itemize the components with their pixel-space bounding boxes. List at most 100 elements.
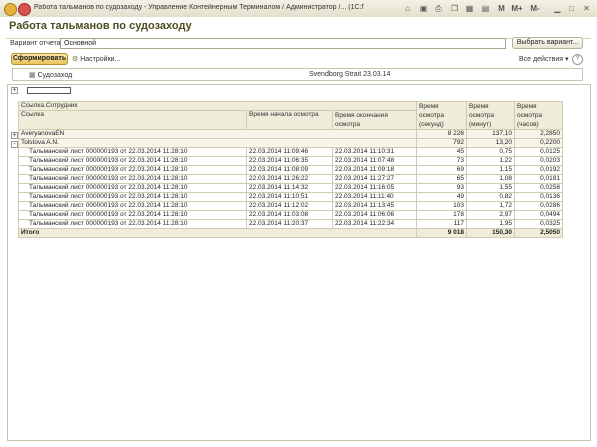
total-label: Итого bbox=[18, 228, 417, 238]
group-collapse-icon[interactable]: - bbox=[11, 141, 18, 148]
page-title: Работа тальманов по судозаходу bbox=[9, 20, 192, 32]
param-table-icon: ▦ bbox=[29, 72, 36, 79]
group-name: AveryanovaEN bbox=[18, 129, 417, 139]
all-actions-menu[interactable]: Все действия ▾ bbox=[519, 55, 569, 63]
table-row[interactable]: Тальманский лист 000000193 от 22.03.2014… bbox=[18, 174, 563, 184]
header-group-column: Ссылка.Сотрудник bbox=[18, 101, 417, 111]
row-minutes: 2,97 bbox=[466, 210, 515, 220]
close-icon[interactable]: ✕ bbox=[581, 3, 592, 14]
row-hours: 0,0181 bbox=[514, 174, 563, 184]
settings-button-label: Настройки... bbox=[80, 56, 121, 63]
group-seconds: 8 226 bbox=[416, 129, 467, 139]
row-end-time: 22.03.2014 11:06:06 bbox=[332, 210, 417, 220]
row-start-time: 22.03.2014 11:09:46 bbox=[246, 147, 333, 157]
row-end-time: 22.03.2014 11:27:27 bbox=[332, 174, 417, 184]
total-hours: 2,5050 bbox=[514, 228, 563, 238]
report-table: Ссылка.Сотрудник Время осмотра (секунд) … bbox=[18, 101, 563, 238]
row-minutes: 1,95 bbox=[466, 219, 515, 229]
header-minutes: Время осмотра (минут) bbox=[466, 101, 515, 130]
row-link: Тальманский лист 000000193 от 22.03.2014… bbox=[18, 183, 247, 193]
row-link: Тальманский лист 000000193 от 22.03.2014… bbox=[18, 165, 247, 175]
row-seconds: 69 bbox=[416, 165, 467, 175]
row-hours: 0,0494 bbox=[514, 210, 563, 220]
calendar-icon[interactable]: ▦ bbox=[464, 3, 475, 14]
param-label: Судозаход bbox=[37, 72, 73, 79]
minimize-icon[interactable]: ▁ bbox=[552, 3, 563, 14]
row-end-time: 22.03.2014 11:11:40 bbox=[332, 192, 417, 202]
report-output[interactable]: + + - Ссылка.Сотрудник Время осмотра (се… bbox=[7, 84, 591, 441]
group-row[interactable]: AveryanovaEN 8 226 137,10 2,2850 bbox=[18, 129, 563, 139]
home-icon[interactable]: ⌂ bbox=[402, 3, 413, 14]
row-end-time: 22.03.2014 11:07:48 bbox=[332, 156, 417, 166]
header-start-time: Время начала осмотра bbox=[246, 110, 333, 130]
group-hours: 2,2850 bbox=[514, 129, 563, 139]
row-link: Тальманский лист 000000193 от 22.03.2014… bbox=[18, 201, 247, 211]
group-hours: 0,2200 bbox=[514, 138, 563, 148]
param-value[interactable]: Svendborg Strait 23.03.14 bbox=[309, 71, 390, 78]
selected-cell[interactable] bbox=[27, 87, 71, 94]
table-row[interactable]: Тальманский лист 000000193 от 22.03.2014… bbox=[18, 201, 563, 211]
total-seconds: 9 018 bbox=[416, 228, 467, 238]
header-end-time: Время окончания осмотра bbox=[332, 110, 417, 130]
table-row[interactable]: Тальманский лист 000000193 от 22.03.2014… bbox=[18, 156, 563, 166]
maximize-icon[interactable]: □ bbox=[566, 3, 577, 14]
table-row[interactable]: Тальманский лист 000000193 от 22.03.2014… bbox=[18, 147, 563, 157]
memory-add-button[interactable]: M+ bbox=[510, 3, 524, 14]
row-hours: 0,0258 bbox=[514, 183, 563, 193]
row-end-time: 22.03.2014 11:22:34 bbox=[332, 219, 417, 229]
expand-all-icon[interactable]: + bbox=[11, 87, 18, 94]
row-minutes: 1,08 bbox=[466, 174, 515, 184]
row-seconds: 117 bbox=[416, 219, 467, 229]
calculator-icon[interactable]: ▤ bbox=[480, 3, 491, 14]
memory-subtract-button[interactable]: M- bbox=[528, 3, 542, 14]
table-row[interactable]: Тальманский лист 000000193 от 22.03.2014… bbox=[18, 192, 563, 202]
all-actions-label: Все действия bbox=[519, 56, 564, 63]
row-start-time: 22.03.2014 11:03:08 bbox=[246, 210, 333, 220]
row-hours: 0,0192 bbox=[514, 165, 563, 175]
row-link: Тальманский лист 000000193 от 22.03.2014… bbox=[18, 210, 247, 220]
choose-variant-button[interactable]: Выбрать вариант... bbox=[512, 37, 583, 49]
group-expander-icon[interactable]: + bbox=[11, 132, 18, 139]
row-seconds: 45 bbox=[416, 147, 467, 157]
row-hours: 0,0203 bbox=[514, 156, 563, 166]
print-icon[interactable]: ⎙ bbox=[433, 3, 444, 14]
header-link: Ссылка bbox=[18, 110, 247, 130]
total-row: Итого 9 018 150,30 2,5050 bbox=[18, 228, 563, 238]
row-seconds: 65 bbox=[416, 174, 467, 184]
row-seconds: 178 bbox=[416, 210, 467, 220]
table-row[interactable]: Тальманский лист 000000193 от 22.03.2014… bbox=[18, 210, 563, 220]
variant-field[interactable]: Основной bbox=[60, 38, 506, 49]
memory-store-button[interactable]: M bbox=[496, 3, 507, 14]
save-icon[interactable]: ▣ bbox=[418, 3, 429, 14]
row-seconds: 73 bbox=[416, 156, 467, 166]
group-name: Tolstova A.N. bbox=[18, 138, 417, 148]
total-minutes: 150,30 bbox=[466, 228, 515, 238]
table-header-row: Ссылка.Сотрудник Время осмотра (секунд) … bbox=[18, 101, 563, 130]
group-minutes: 13,20 bbox=[466, 138, 515, 148]
back-icon[interactable] bbox=[18, 3, 31, 16]
row-seconds: 103 bbox=[416, 201, 467, 211]
table-row[interactable]: Тальманский лист 000000193 от 22.03.2014… bbox=[18, 165, 563, 175]
table-row[interactable]: Тальманский лист 000000193 от 22.03.2014… bbox=[18, 183, 563, 193]
window-titlebar: Работа тальманов по судозаходу - Управле… bbox=[0, 0, 597, 18]
window-title: Работа тальманов по судозаходу - Управле… bbox=[34, 4, 364, 11]
row-start-time: 22.03.2014 11:06:35 bbox=[246, 156, 333, 166]
group-row[interactable]: Tolstova A.N. 792 13,20 0,2200 bbox=[18, 138, 563, 148]
settings-button[interactable]: ⚙ Настройки... bbox=[72, 55, 120, 63]
row-end-time: 22.03.2014 11:10:31 bbox=[332, 147, 417, 157]
group-minutes: 137,10 bbox=[466, 129, 515, 139]
table-row[interactable]: Тальманский лист 000000193 от 22.03.2014… bbox=[18, 219, 563, 229]
row-link: Тальманский лист 000000193 от 22.03.2014… bbox=[18, 192, 247, 202]
row-start-time: 22.03.2014 11:20:37 bbox=[246, 219, 333, 229]
generate-button[interactable]: Сформировать bbox=[11, 53, 68, 65]
row-link: Тальманский лист 000000193 от 22.03.2014… bbox=[18, 219, 247, 229]
report-settings-panel: ▦ Судозаход Svendborg Strait 23.03.14 bbox=[12, 68, 583, 81]
row-minutes: 1,22 bbox=[466, 156, 515, 166]
copy-icon[interactable]: ❐ bbox=[449, 3, 460, 14]
row-minutes: 0,75 bbox=[466, 147, 515, 157]
row-link: Тальманский лист 000000193 от 22.03.2014… bbox=[18, 156, 247, 166]
header-hours: Время осмотра (часов) bbox=[514, 101, 563, 130]
row-minutes: 1,55 bbox=[466, 183, 515, 193]
help-button[interactable]: ? bbox=[572, 54, 583, 65]
row-hours: 0,0286 bbox=[514, 201, 563, 211]
